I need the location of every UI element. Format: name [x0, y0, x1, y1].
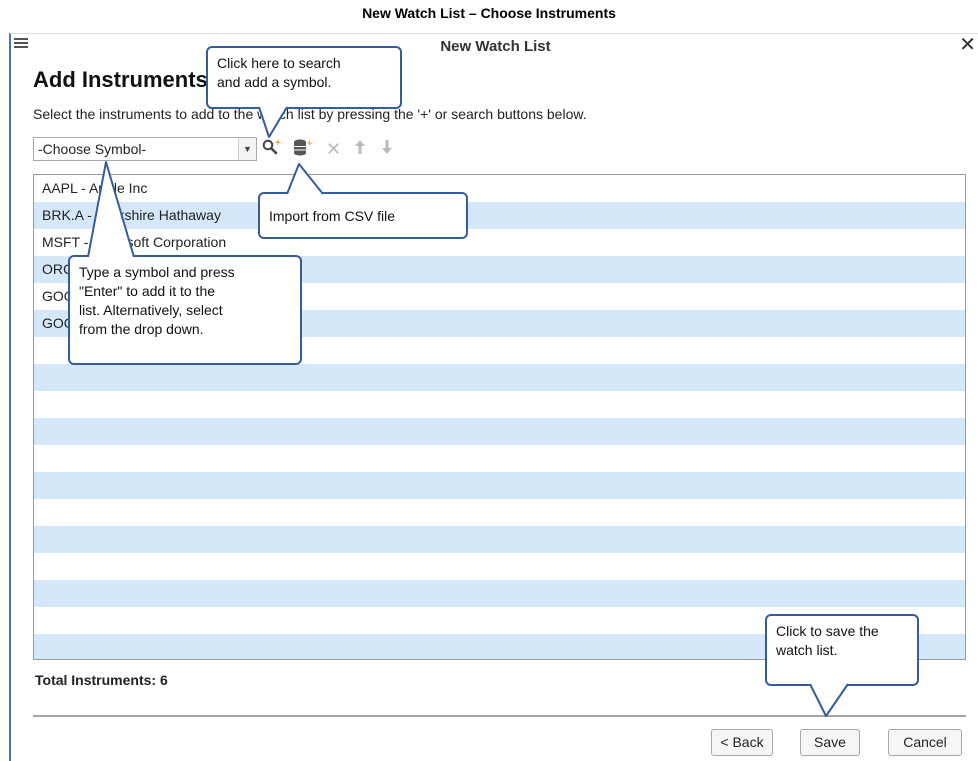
- instrument-list[interactable]: AAPL - Apple Inc BRK.A - Berkshire Hatha…: [33, 174, 966, 660]
- search-add-icon[interactable]: +: [262, 138, 281, 161]
- empty-row: [34, 526, 965, 553]
- move-down-icon[interactable]: [381, 139, 393, 161]
- callout-search-tail: [258, 105, 288, 138]
- save-button[interactable]: Save: [800, 729, 860, 756]
- list-item[interactable]: BRK.A - Berkshire Hathaway: [34, 202, 965, 229]
- callout-save-text: Click to save the watch list.: [776, 623, 879, 658]
- svg-text:+: +: [307, 139, 312, 148]
- list-item[interactable]: MSFT - Microsoft Corporation: [34, 229, 965, 256]
- callout-import-text: Import from CSV file: [269, 208, 396, 224]
- arrow-down-glyph: [382, 140, 392, 154]
- empty-row: [34, 445, 965, 472]
- database-add-icon[interactable]: +: [293, 138, 313, 163]
- move-up-icon[interactable]: [354, 139, 366, 161]
- page-caption: New Watch List – Choose Instruments: [362, 5, 616, 21]
- choose-symbol-value: -Choose Symbol-: [38, 141, 147, 157]
- empty-row: [34, 418, 965, 445]
- list-item[interactable]: AAPL - Apple Inc: [34, 175, 965, 202]
- callout-type: Type a symbol and press "Enter" to add i…: [68, 255, 302, 365]
- callout-type-tail: [87, 161, 135, 259]
- choose-symbol-select[interactable]: -Choose Symbol- ▼: [33, 137, 257, 161]
- callout-type-text: Type a symbol and press "Enter" to add i…: [79, 264, 235, 337]
- empty-row: [34, 472, 965, 499]
- section-heading: Add Instruments: [33, 67, 208, 92]
- total-instruments: Total Instruments: 6: [35, 672, 168, 688]
- chevron-down-icon[interactable]: ▼: [238, 138, 256, 160]
- callout-save-tail: [809, 682, 849, 717]
- arrow-up-glyph: [355, 140, 365, 154]
- empty-row: [34, 580, 965, 607]
- back-button[interactable]: < Back: [711, 729, 773, 756]
- callout-import-tail: [286, 163, 324, 196]
- close-icon[interactable]: ✕: [959, 34, 976, 56]
- remove-icon[interactable]: ✕: [326, 139, 341, 159]
- empty-row: [34, 553, 965, 580]
- callout-search: Click here to search and add a symbol.: [206, 46, 402, 109]
- empty-row: [34, 499, 965, 526]
- callout-search-text: Click here to search and add a symbol.: [217, 55, 341, 90]
- callout-save: Click to save the watch list.: [765, 614, 919, 686]
- empty-row: [34, 391, 965, 418]
- dialog-title: New Watch List: [440, 38, 551, 55]
- empty-row: [34, 364, 965, 391]
- cancel-button[interactable]: Cancel: [888, 729, 962, 756]
- callout-import: Import from CSV file: [258, 192, 468, 239]
- database-glyph: +: [294, 138, 312, 156]
